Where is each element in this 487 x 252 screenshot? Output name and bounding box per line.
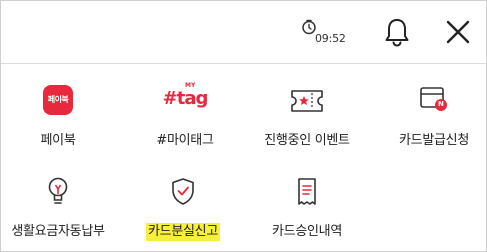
menu-panel: 09:52 페이북 페이북 MY #tag #마이태그 진행중인 이벤트 N 카…	[0, 0, 487, 252]
close-button[interactable]	[445, 19, 471, 45]
card-new-badge-text: N	[438, 100, 444, 108]
menu-item-card-lost-report[interactable]: 카드분실신고	[123, 176, 243, 246]
menu-label-paybook: 페이북	[40, 133, 76, 148]
menu-item-events[interactable]: 진행중인 이벤트	[247, 85, 367, 155]
menu-item-paybook[interactable]: 페이북 페이북	[1, 85, 118, 155]
card-new-icon: N	[414, 85, 454, 119]
session-timer[interactable]: 09:52	[301, 15, 347, 49]
menu-item-card-approvals[interactable]: 카드승인내역	[247, 176, 367, 246]
header-bar: 09:52	[1, 1, 486, 64]
shield-check-icon	[163, 176, 203, 210]
menu-item-mytag[interactable]: MY #tag #마이태그	[125, 82, 245, 155]
menu-label-card-approvals: 카드승인내역	[272, 224, 342, 239]
highlighted-label: 카드분실신고	[146, 223, 220, 241]
close-icon	[446, 20, 470, 44]
ticket-icon	[287, 85, 327, 119]
menu-label-events: 진행중인 이벤트	[264, 133, 350, 148]
notification-button[interactable]	[383, 17, 411, 47]
menu-label-utility-autopay: 생활요금자동납부	[11, 224, 105, 239]
menu-item-utility-autopay[interactable]: 생활요금자동납부	[1, 176, 118, 246]
bell-icon	[385, 19, 409, 47]
mytag-icon-text: #tag	[162, 88, 209, 109]
menu-label-mytag: #마이태그	[156, 133, 214, 148]
session-timer-text: 09:52	[315, 32, 346, 45]
menu-label-card-apply: 카드발급신청	[399, 133, 469, 148]
menu-item-card-apply[interactable]: N 카드발급신청	[374, 85, 486, 155]
lightbulb-icon	[38, 176, 78, 210]
paybook-app-icon: 페이북	[38, 85, 78, 119]
mytag-logo-icon: MY #tag	[160, 82, 210, 119]
receipt-icon	[287, 176, 327, 210]
paybook-icon-text: 페이북	[47, 95, 69, 104]
menu-label-card-lost-report: 카드분실신고	[123, 220, 243, 241]
